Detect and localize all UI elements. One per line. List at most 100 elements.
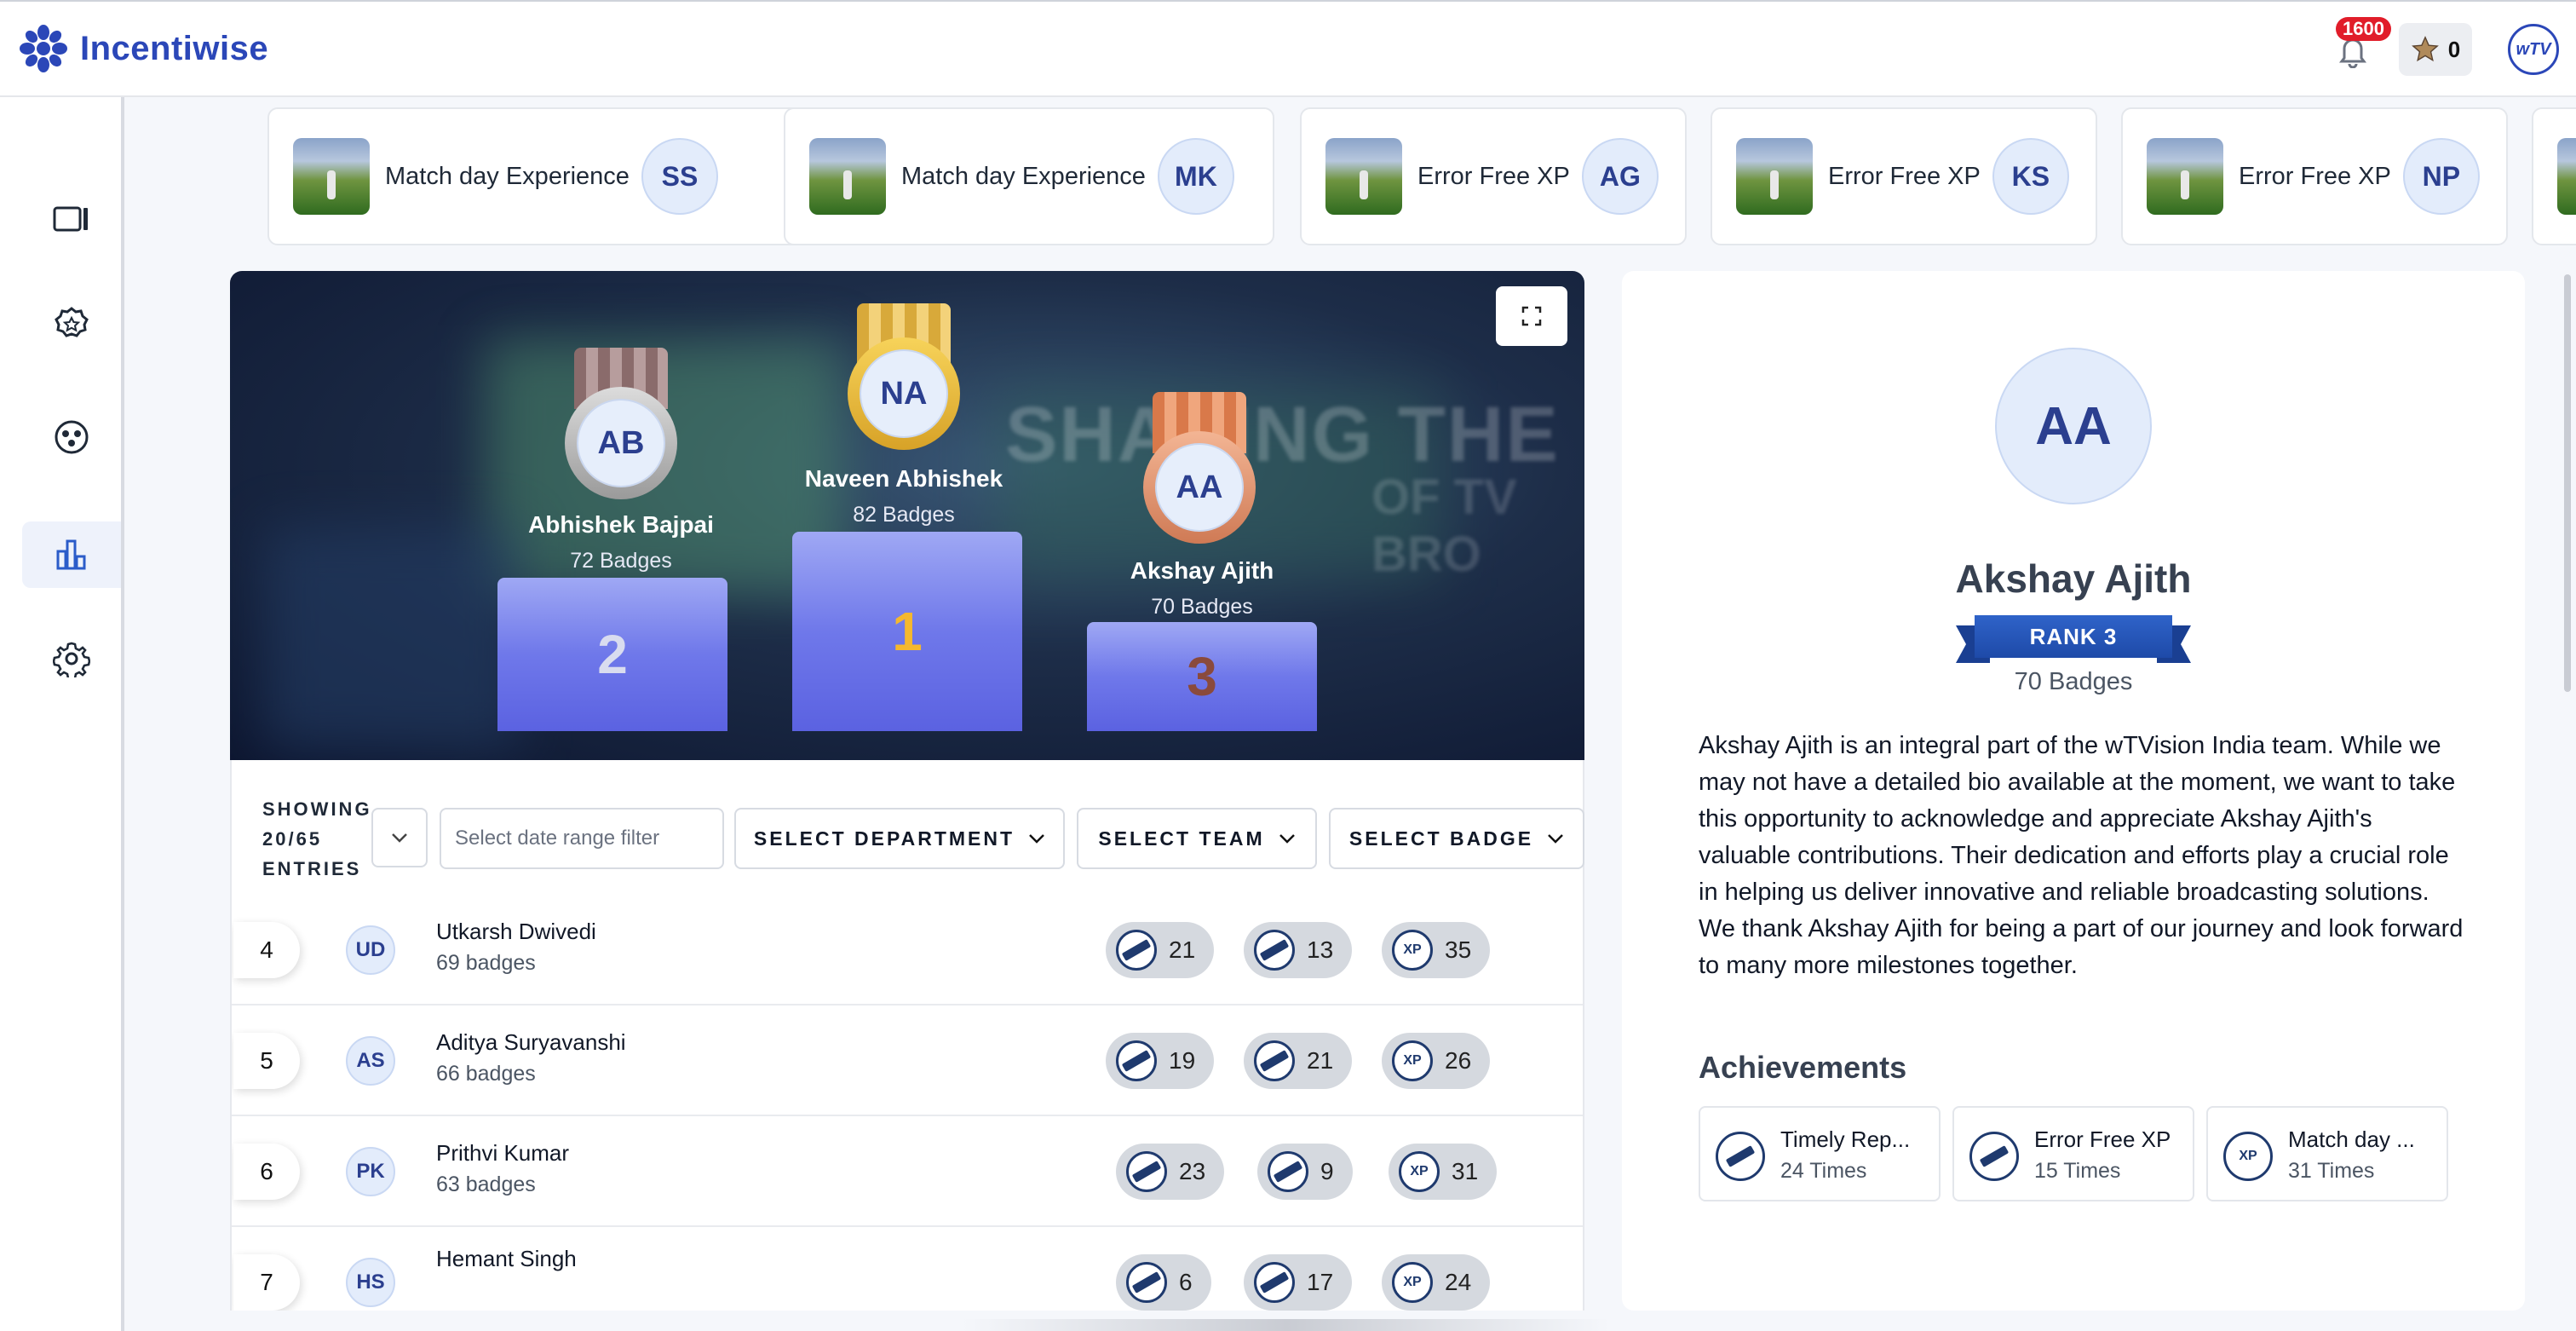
award-avatar: MK: [1157, 138, 1234, 215]
badge-count-chip: 21: [1244, 1033, 1353, 1089]
sidebar-item-settings[interactable]: [22, 625, 121, 692]
avatar: HS: [346, 1258, 395, 1307]
stamp-badge-icon: [1254, 1262, 1295, 1303]
award-thumbnail: [2557, 138, 2576, 215]
table-row[interactable]: 7 HS Hemant Singh 6 17 XP 24: [232, 1227, 1583, 1311]
xp-badge-icon: XP: [1392, 1040, 1433, 1081]
horizontal-scroll-indicator: [963, 1319, 1610, 1331]
leaderboard-podium: SHAPING THE FU OF TV BRO AB Abhishek Baj…: [230, 271, 1584, 760]
badge-select-label: SELECT BADGE: [1348, 827, 1534, 850]
badge-select[interactable]: SELECT BADGE: [1329, 808, 1584, 869]
xp-badge-icon: XP: [1392, 1262, 1433, 1303]
badge-count: 21: [1169, 936, 1196, 963]
second-place-avatar: AB: [577, 399, 665, 487]
award-card[interactable]: Error Free XP KS: [1711, 107, 2097, 245]
panel-icon: [53, 206, 88, 232]
badge-count: 23: [1179, 1158, 1206, 1184]
badge-count-chip: 17: [1244, 1254, 1353, 1311]
badge-count: 19: [1169, 1047, 1196, 1074]
third-place-avatar: AA: [1155, 443, 1244, 532]
stars-chip[interactable]: 0: [2399, 23, 2472, 76]
date-range-input[interactable]: [440, 808, 724, 869]
award-card[interactable]: Error Free XP AG: [1300, 107, 1687, 245]
chevron-down-icon: [392, 833, 407, 843]
achievement-times: 31 Times: [2288, 1159, 2375, 1183]
third-place-badges: 70 Badges: [1151, 595, 1253, 619]
award-card[interactable]: Match day Experience MK: [784, 107, 1274, 245]
second-place-name: Abhishek Bajpai: [528, 511, 714, 538]
first-place-name: Naveen Abhishek: [804, 465, 1003, 492]
award-thumbnail: [2147, 138, 2223, 215]
stamp-badge-icon: [1716, 1132, 1765, 1181]
user-avatar-initials: wTV: [2516, 39, 2551, 59]
podium-block-second: 2: [497, 578, 727, 731]
chevron-down-icon: [1029, 834, 1044, 844]
achievement-name: Error Free XP: [2034, 1126, 2171, 1152]
fullscreen-button[interactable]: [1496, 286, 1567, 346]
sidebar-item-leaderboard[interactable]: [22, 521, 121, 588]
badge-count: 6: [1179, 1269, 1193, 1295]
third-place-name: Akshay Ajith: [1130, 557, 1274, 584]
badge-star-icon: [55, 307, 89, 337]
leaderboard-list[interactable]: 4 UD Utkarsh Dwivedi 69 badges 21 13 XP 3…: [230, 895, 1584, 1311]
achievement-times: 24 Times: [1780, 1159, 1867, 1183]
sidebar-item-teams[interactable]: [22, 404, 121, 470]
team-select[interactable]: SELECT TEAM: [1077, 808, 1317, 869]
rank-label: RANK 3: [1975, 615, 2172, 658]
stars-count: 0: [2447, 36, 2461, 62]
showing-entries-label: SHOWING 20/65 ENTRIES: [262, 794, 371, 884]
profile-bio: Akshay Ajith is an integral part of the …: [1699, 732, 2464, 979]
brand[interactable]: Incentiwise: [19, 24, 268, 73]
rank-ribbon: RANK 3: [1956, 612, 2191, 663]
award-avatar: AG: [1581, 138, 1659, 215]
award-title: Error Free XP: [1828, 162, 1981, 190]
xp-badge-icon: XP: [1392, 930, 1433, 971]
recent-awards-carousel[interactable]: Match day Experience SS Match day Experi…: [230, 107, 2576, 249]
podium-background-text: SHAPING THE FU: [1005, 391, 1584, 478]
logo-icon: [20, 25, 67, 72]
scrollbar-thumb[interactable]: [2564, 274, 2571, 692]
achievement-card[interactable]: Error Free XP 15 Times: [1952, 1106, 2194, 1201]
profile-name: Akshay Ajith: [1955, 556, 2192, 601]
table-row[interactable]: 5 AS Aditya Suryavanshi 66 badges 19 21 …: [232, 1005, 1583, 1116]
department-select[interactable]: SELECT DEPARTMENT: [734, 808, 1065, 869]
award-card-partial[interactable]: [2532, 107, 2576, 245]
badge-count: 35: [1445, 936, 1472, 963]
award-card[interactable]: Error Free XP NP: [2121, 107, 2508, 245]
badge-count: 26: [1445, 1047, 1472, 1074]
badge-count: 9: [1320, 1158, 1334, 1184]
stamp-badge-icon: [1254, 1040, 1295, 1081]
award-thumbnail: [293, 138, 370, 215]
achievement-card[interactable]: XP Match day ... 31 Times: [2206, 1106, 2448, 1201]
badge-count-chip: 19: [1106, 1033, 1215, 1089]
rank-number: 7: [233, 1254, 300, 1311]
page-size-select[interactable]: [371, 808, 428, 867]
second-place-badges: 72 Badges: [570, 549, 672, 573]
rank-number: 4: [233, 922, 300, 978]
member-badge-count: 63 badges: [436, 1173, 536, 1196]
sidebar-item-dashboard[interactable]: [22, 186, 121, 252]
group-icon: [55, 420, 89, 454]
rank-number: 5: [233, 1033, 300, 1089]
achievement-name: Timely Rep...: [1780, 1126, 1911, 1152]
notifications-button[interactable]: 1600: [2326, 17, 2391, 78]
badge-count-chip: 9: [1257, 1144, 1353, 1200]
first-place-avatar: NA: [860, 349, 948, 438]
sidebar-item-badges[interactable]: [22, 291, 121, 358]
profile-badge-count: 70 Badges: [2014, 668, 2133, 695]
badge-count-chip: XP 26: [1382, 1033, 1491, 1089]
avatar: PK: [346, 1147, 395, 1196]
team-select-label: SELECT TEAM: [1098, 827, 1265, 850]
achievement-card[interactable]: Timely Rep... 24 Times: [1699, 1106, 1941, 1201]
user-avatar[interactable]: wTV: [2508, 24, 2559, 75]
award-thumbnail: [1325, 138, 1402, 215]
table-row[interactable]: 6 PK Prithvi Kumar 63 badges 23 9 XP 31: [232, 1116, 1583, 1227]
xp-badge-icon: XP: [2223, 1132, 2273, 1181]
department-select-label: SELECT DEPARTMENT: [753, 827, 1015, 850]
award-thumbnail: [1736, 138, 1813, 215]
achievement-times: 15 Times: [2034, 1159, 2121, 1183]
chevron-down-icon: [1279, 834, 1295, 844]
stamp-badge-icon: [1116, 930, 1157, 971]
table-row[interactable]: 4 UD Utkarsh Dwivedi 69 badges 21 13 XP 3…: [232, 895, 1583, 1005]
stamp-badge-icon: [1969, 1132, 2019, 1181]
